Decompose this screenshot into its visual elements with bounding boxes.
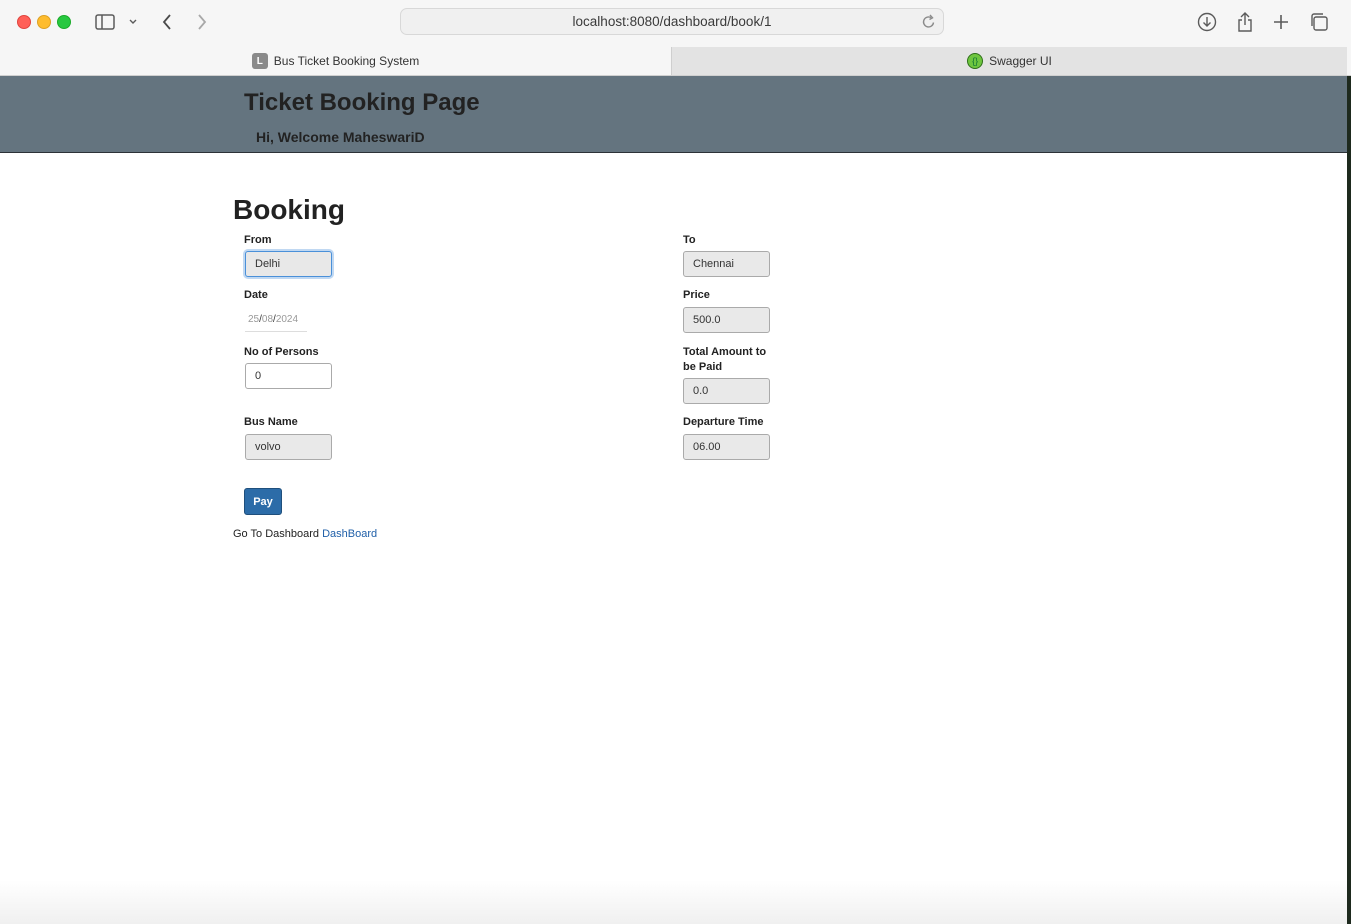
tab-bus-ticket-booking[interactable]: L Bus Ticket Booking System xyxy=(0,47,671,75)
date-field[interactable]: 25/08/2024 xyxy=(245,308,307,332)
tab-label: Bus Ticket Booking System xyxy=(273,54,420,68)
site-favicon-icon: L xyxy=(251,53,268,69)
back-icon[interactable] xyxy=(158,10,176,34)
new-tab-icon[interactable] xyxy=(1270,10,1292,34)
minimize-window-button[interactable] xyxy=(37,15,51,29)
departure-time-field[interactable] xyxy=(683,434,770,460)
from-label: From xyxy=(244,234,272,246)
total-amount-field[interactable] xyxy=(683,378,770,404)
page-header: Ticket Booking Page Hi, Welcome Maheswar… xyxy=(0,76,1347,153)
dashboard-footer: Go To Dashboard DashBoard xyxy=(233,528,377,540)
share-icon[interactable] xyxy=(1234,10,1256,34)
price-field[interactable] xyxy=(683,307,770,333)
date-month: 08 xyxy=(261,314,274,325)
page-bottom xyxy=(0,880,1347,924)
footer-text: Go To Dashboard xyxy=(233,528,320,540)
persons-field[interactable] xyxy=(245,363,332,389)
download-icon[interactable] xyxy=(1196,10,1218,34)
tab-swagger-ui[interactable]: {} Swagger UI xyxy=(671,47,1347,75)
zoom-window-button[interactable] xyxy=(57,15,71,29)
bus-name-field[interactable] xyxy=(245,434,332,460)
total-amount-label: Total Amount to be Paid xyxy=(683,345,766,375)
swagger-favicon-icon: {} xyxy=(967,53,984,69)
url-text: localhost:8080/dashboard/book/1 xyxy=(572,14,772,29)
tab-label: Swagger UI xyxy=(989,54,1052,68)
date-day: 25 xyxy=(248,314,260,325)
departure-time-label: Departure Time xyxy=(683,416,764,428)
from-field[interactable] xyxy=(245,251,332,277)
date-label: Date xyxy=(244,289,268,301)
close-window-button[interactable] xyxy=(17,15,31,29)
welcome-message: Hi, Welcome MaheswariD xyxy=(256,129,425,145)
persons-label: No of Persons xyxy=(244,346,319,358)
to-label: To xyxy=(683,234,696,246)
total-amount-label-line2: be Paid xyxy=(683,361,723,373)
dashboard-link[interactable]: DashBoard xyxy=(322,528,377,540)
total-amount-label-line1: Total Amount to xyxy=(683,346,767,358)
browser-toolbar: localhost:8080/dashboard/book/1 xyxy=(0,0,1351,47)
window-edge xyxy=(1347,76,1351,924)
address-bar[interactable]: localhost:8080/dashboard/book/1 xyxy=(400,8,944,35)
price-label: Price xyxy=(683,289,710,301)
date-year: 2024 xyxy=(275,314,299,325)
tab-bar: L Bus Ticket Booking System {} Swagger U… xyxy=(0,47,1351,76)
to-field[interactable] xyxy=(683,251,770,277)
page-title: Ticket Booking Page xyxy=(244,89,480,116)
forward-icon[interactable] xyxy=(193,10,211,34)
bus-name-label: Bus Name xyxy=(244,416,298,428)
reload-icon[interactable] xyxy=(921,13,937,34)
booking-heading: Booking xyxy=(233,194,345,225)
pay-button[interactable]: Pay xyxy=(244,488,282,515)
chevron-down-icon[interactable] xyxy=(127,10,139,34)
sidebar-icon[interactable] xyxy=(94,10,116,34)
tab-overview-icon[interactable] xyxy=(1308,10,1330,34)
